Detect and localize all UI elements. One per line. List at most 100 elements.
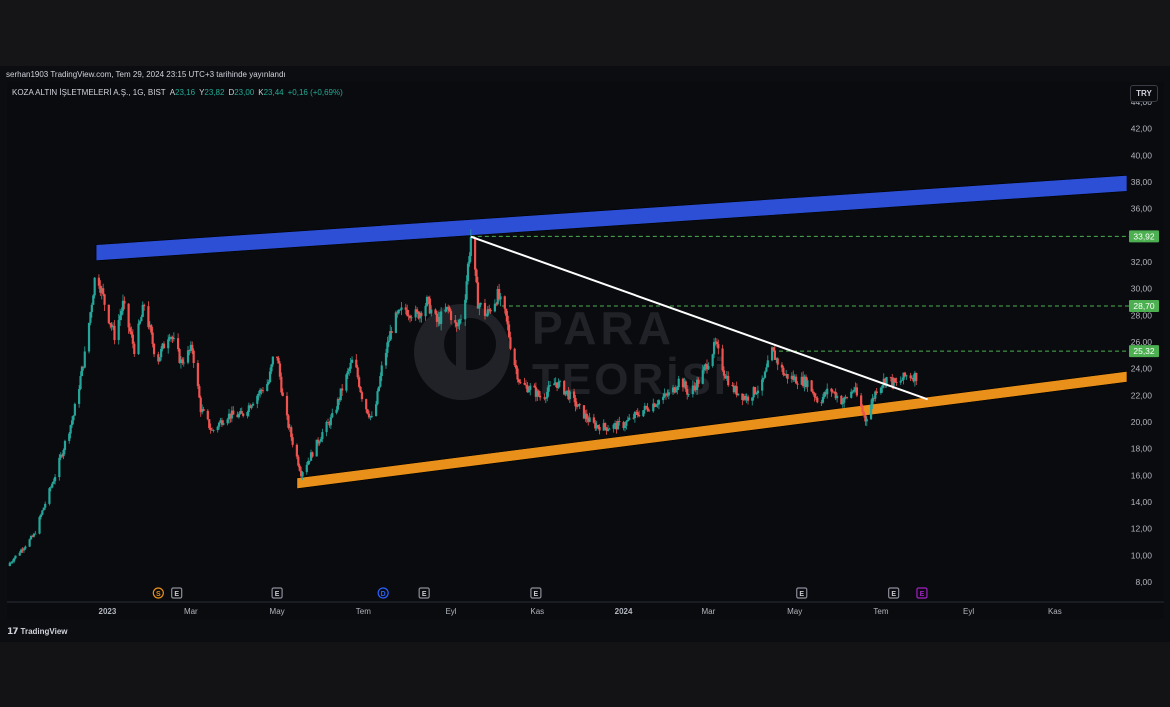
candle-body: [87, 322, 91, 352]
candle-body: [420, 312, 423, 317]
price-tick-label: 10,00: [1131, 550, 1153, 560]
candle-body: [843, 397, 846, 403]
candle-body: [427, 296, 430, 299]
date-tick-label: Mar: [184, 607, 198, 616]
candle-body: [756, 390, 760, 394]
level-label: 28,70: [1133, 301, 1155, 311]
candle-body: [62, 450, 65, 457]
candle-body: [633, 412, 636, 419]
candle-body: [625, 421, 628, 426]
price-tick-label: 22,00: [1131, 390, 1153, 400]
candle-body: [49, 487, 52, 489]
candle-body: [557, 381, 560, 388]
candle-body: [860, 395, 863, 407]
price-tick-label: 14,00: [1131, 497, 1153, 507]
price-tick-label: 42,00: [1131, 124, 1153, 134]
candle-body: [845, 397, 849, 399]
candle-body: [374, 404, 378, 416]
candle-body: [796, 383, 799, 385]
candle-body: [345, 374, 348, 391]
legend-symbol[interactable]: KOZA ALTIN İŞLETMELERİ A.Ş., 1G, BIST: [12, 88, 166, 97]
candle-body: [514, 365, 518, 369]
candle-body: [448, 307, 451, 312]
candle-body: [722, 370, 726, 376]
candle-body: [360, 392, 364, 400]
chart-area[interactable]: PARA TEORİSİ 8,00 10,00 12,00 14,00 16,00 18,00…: [7, 82, 1164, 619]
candle-body: [321, 432, 324, 440]
candle-body: [24, 546, 27, 549]
candle-body: [305, 464, 308, 473]
candle-body: [697, 379, 700, 384]
candle-body: [693, 385, 696, 387]
candle-body: [547, 385, 550, 392]
candle-body: [350, 359, 354, 363]
candle-body: [311, 452, 314, 457]
candle-body: [664, 393, 668, 395]
candle-body: [564, 391, 567, 395]
candle-body: [901, 379, 904, 381]
candle-body: [782, 367, 785, 375]
candle-body: [762, 377, 765, 380]
candle-body: [786, 373, 789, 379]
candle-body: [537, 390, 540, 396]
candle-body: [449, 311, 453, 321]
candle-body: [909, 375, 912, 379]
candle-body: [662, 396, 665, 401]
candle-body: [875, 391, 878, 393]
candle-body: [674, 390, 677, 393]
candle-body: [226, 419, 229, 424]
candle-body: [198, 386, 201, 398]
candle-body: [707, 365, 710, 370]
candle-body: [813, 393, 816, 397]
candle-body: [588, 417, 591, 422]
candle-body: [691, 385, 694, 395]
symbol-legend: KOZA ALTIN İŞLETMELERİ A.Ş., 1G, BIST A2…: [12, 88, 343, 97]
candle-body: [83, 351, 86, 368]
event-marker-letter: E: [891, 591, 896, 598]
candle-body: [141, 304, 144, 317]
candle-body: [379, 376, 382, 387]
candle-body: [137, 323, 140, 355]
candle-body: [464, 299, 467, 320]
candle-body: [63, 440, 67, 451]
currency-button[interactable]: TRY: [1130, 85, 1158, 102]
candle-body: [468, 256, 471, 264]
date-tick-label: May: [787, 607, 802, 616]
candle-body: [177, 338, 180, 350]
candle-body: [38, 517, 41, 534]
candle-body: [44, 503, 47, 508]
candle-body: [240, 411, 243, 414]
candle-body: [677, 378, 680, 388]
candle-body: [297, 456, 300, 466]
candle-body: [568, 391, 571, 400]
price-tick-label: 38,00: [1131, 177, 1153, 187]
candlestick-chart[interactable]: PARATEORİSİ 8,00 10,00 12,00 14,00 16,00 18,00…: [7, 82, 1164, 619]
candle-body: [869, 404, 873, 420]
candle-body: [120, 310, 123, 316]
candle-body: [711, 354, 714, 366]
candle-body: [485, 315, 488, 317]
candle-body: [107, 304, 110, 323]
candle-body: [881, 385, 884, 388]
candle-body: [266, 384, 269, 391]
candle-body: [489, 309, 492, 312]
candle-body: [277, 357, 280, 364]
candle-body: [469, 237, 472, 257]
tradingview-logo[interactable]: 𝟭𝟳 TradingView: [7, 626, 68, 637]
candle-body: [181, 359, 184, 363]
candle-body: [359, 386, 362, 393]
candle-body: [862, 412, 866, 416]
candle-body: [329, 417, 332, 426]
candle-body: [281, 392, 284, 396]
candle-body: [79, 376, 82, 390]
candle-body: [14, 555, 17, 559]
candle-body: [28, 539, 31, 547]
candle-body: [212, 430, 215, 431]
candle-body: [444, 309, 447, 312]
candle-body: [459, 319, 463, 321]
event-marker-letter: S: [156, 591, 161, 598]
candle-body: [349, 362, 352, 369]
candle-body: [646, 407, 649, 411]
candle-body: [616, 421, 620, 430]
candle-body: [529, 385, 532, 391]
